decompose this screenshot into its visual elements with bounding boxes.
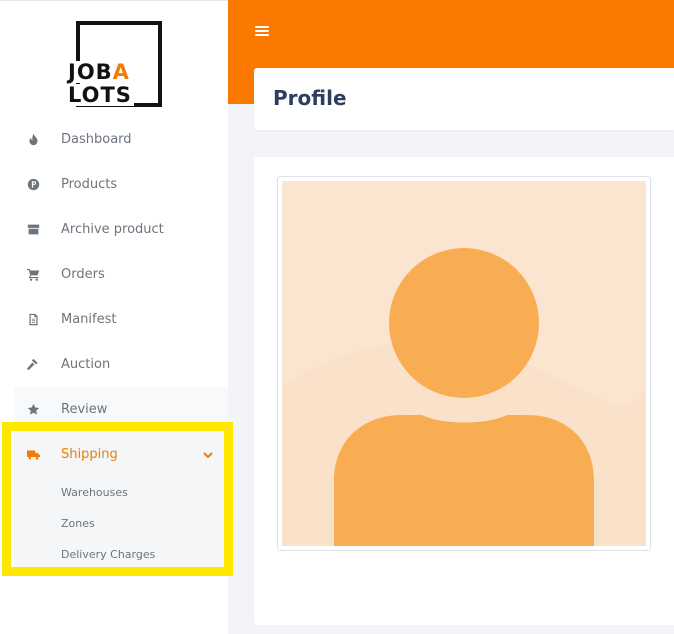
- sidebar-item-label: Shipping: [61, 447, 118, 462]
- star-icon: [25, 402, 41, 418]
- archive-box-icon: [25, 222, 41, 238]
- sidebar-nav: Dashboard Products Archive product Order…: [0, 117, 228, 477]
- user-placeholder-icon[interactable]: [282, 181, 646, 546]
- chevron-down-icon[interactable]: [202, 449, 214, 461]
- hamburger-icon[interactable]: [255, 24, 271, 40]
- sidebar-item-label: Dashboard: [61, 132, 132, 147]
- logo-accent: A: [112, 60, 130, 84]
- gavel-icon: [25, 357, 41, 373]
- sidebar-item-label: Auction: [61, 357, 111, 372]
- logo-line2: LOTS: [66, 83, 134, 107]
- sidebar-subitem-zones[interactable]: Zones: [14, 508, 228, 539]
- sidebar-subitem-delivery-charges[interactable]: Delivery Charges: [14, 539, 228, 570]
- sidebar-item-dashboard[interactable]: Dashboard: [0, 117, 228, 162]
- truck-icon: [25, 447, 41, 463]
- sidebar-item-auction[interactable]: Auction: [0, 342, 228, 387]
- page-header-card: Profile: [254, 68, 674, 130]
- page-title: Profile: [273, 86, 347, 110]
- sidebar-item-shipping[interactable]: Shipping: [0, 432, 228, 477]
- sidebar-item-manifest[interactable]: Manifest: [0, 297, 228, 342]
- sidebar-item-label: Products: [61, 177, 118, 192]
- sidebar-item-label: Archive product: [61, 222, 164, 237]
- sidebar-item-orders[interactable]: Orders: [0, 252, 228, 297]
- sidebar-item-label: Review: [61, 402, 108, 417]
- sidebar-item-label: Orders: [61, 267, 105, 282]
- product-badge-icon: [25, 177, 41, 193]
- cart-icon: [25, 267, 41, 283]
- jobalots-logo[interactable]: JOBA LOTS: [66, 21, 164, 109]
- fire-icon: [25, 132, 41, 148]
- sidebar-item-archive-product[interactable]: Archive product: [0, 207, 228, 252]
- sidebar-item-review[interactable]: Review: [0, 387, 228, 432]
- sidebar-subitem-warehouses[interactable]: Warehouses: [14, 477, 228, 508]
- sidebar-item-label: Manifest: [61, 312, 117, 327]
- document-icon: [25, 312, 41, 328]
- sidebar-item-products[interactable]: Products: [0, 162, 228, 207]
- sidebar: JOBA LOTS Warehouses Zones Delivery Char…: [0, 0, 233, 634]
- logo-line1: JOB: [68, 60, 113, 84]
